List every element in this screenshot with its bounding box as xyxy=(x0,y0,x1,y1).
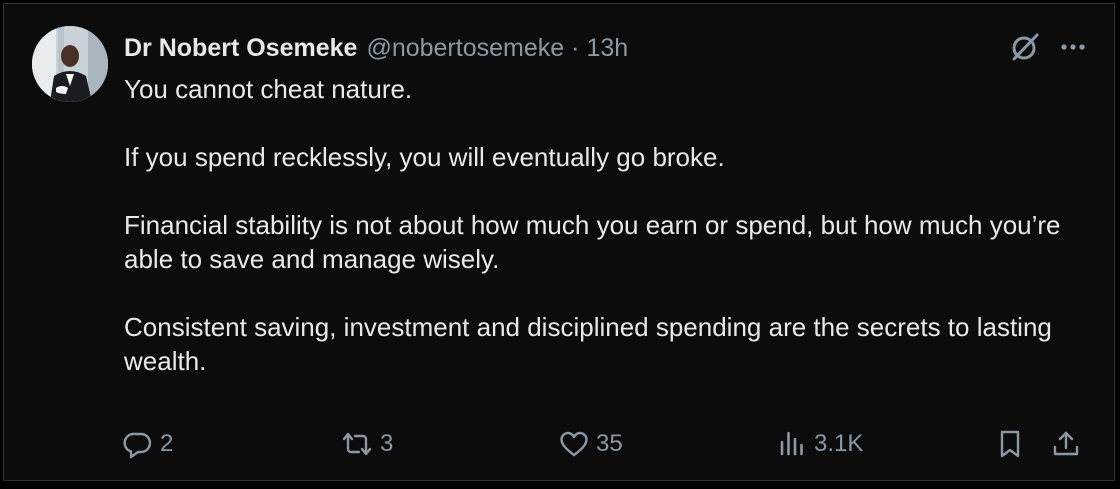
repost-icon xyxy=(342,432,372,456)
tweet-header: Dr Nobert Osemeke @nobertosemeke · 13h xyxy=(124,32,628,64)
tweet-text: You cannot cheat nature. If you spend re… xyxy=(124,72,1094,378)
tweet-action-bar: 2 3 35 3.1K xyxy=(4,424,1114,464)
share-button[interactable] xyxy=(1050,424,1082,464)
author-handle[interactable]: @nobertosemeke xyxy=(366,34,564,63)
repost-count: 3 xyxy=(380,430,394,457)
tweet-paragraph: You cannot cheat nature. xyxy=(124,74,413,104)
bookmark-button[interactable] xyxy=(994,424,1026,464)
views-count: 3.1K xyxy=(814,430,864,457)
like-count: 35 xyxy=(596,430,623,457)
reply-icon xyxy=(123,432,152,459)
tweet-paragraph: Consistent saving, investment and discip… xyxy=(124,312,1052,376)
views-icon xyxy=(780,431,803,456)
post-time[interactable]: 13h xyxy=(586,34,628,63)
avatar[interactable] xyxy=(32,26,108,102)
grok-icon[interactable] xyxy=(1008,30,1042,64)
author-display-name[interactable]: Dr Nobert Osemeke xyxy=(124,34,357,63)
reply-button[interactable]: 2 xyxy=(122,424,173,464)
bookmark-icon xyxy=(1000,430,1020,458)
avatar-image xyxy=(32,26,108,102)
separator-dot: · xyxy=(571,33,580,62)
share-icon xyxy=(1053,431,1079,456)
tweet-paragraph: Financial stability is not about how muc… xyxy=(124,210,1061,274)
views-button[interactable]: 3.1K xyxy=(776,424,863,464)
like-button[interactable]: 35 xyxy=(558,424,623,464)
tweet-card[interactable]: Dr Nobert Osemeke @nobertosemeke · 13h Y… xyxy=(3,3,1115,481)
tweet-top-actions xyxy=(1008,30,1088,64)
tweet-paragraph: If you spend recklessly, you will eventu… xyxy=(124,142,725,172)
more-icon[interactable] xyxy=(1058,32,1088,62)
reply-count: 2 xyxy=(160,430,174,457)
like-icon xyxy=(560,431,588,457)
repost-button[interactable]: 3 xyxy=(340,424,393,464)
